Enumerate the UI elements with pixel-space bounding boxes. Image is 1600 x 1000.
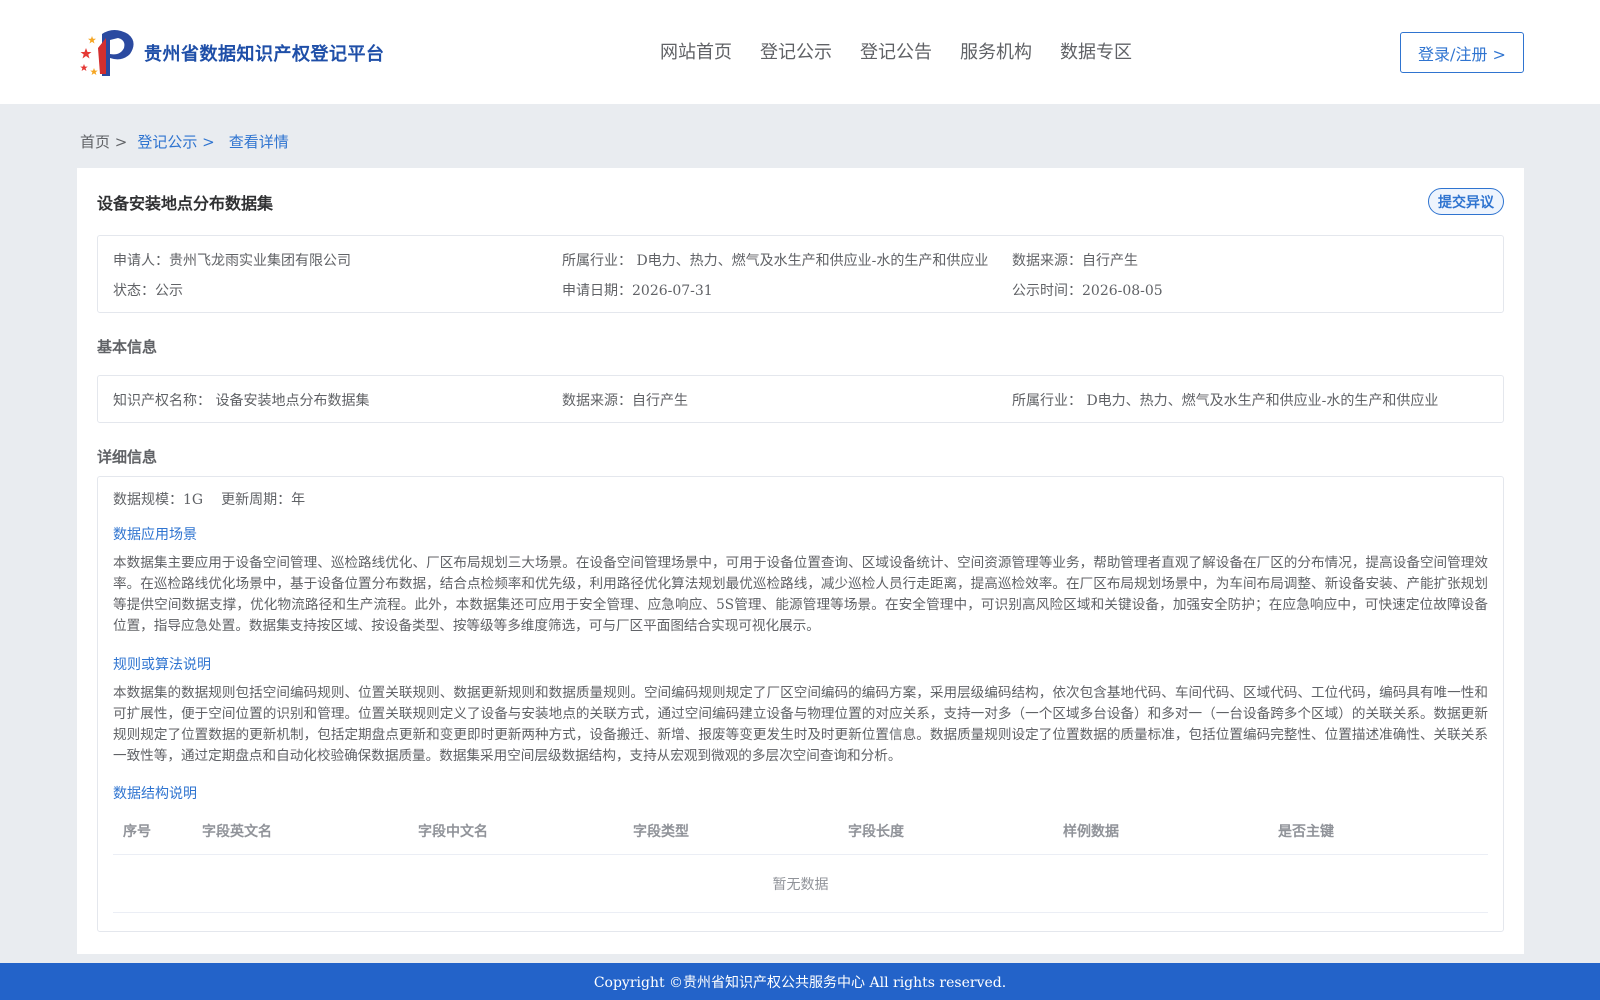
platform-logo-icon bbox=[80, 28, 138, 78]
rules-heading: 规则或算法说明 bbox=[113, 657, 211, 673]
table-header: 序号 字段英文名 字段中文名 字段类型 字段长度 样例数据 是否主键 bbox=[113, 807, 1488, 855]
main-nav: 网站首页 登记公示 登记公告 服务机构 数据专区 bbox=[660, 38, 1160, 64]
data-structure-table: 序号 字段英文名 字段中文名 字段类型 字段长度 样例数据 是否主键 暂无数据 bbox=[113, 807, 1488, 913]
rules-text: 本数据集的数据规则包括空间编码规则、位置关联规则、数据更新规则和数据质量规则。空… bbox=[113, 685, 1488, 764]
detail-info-box: 数据规模：1G 更新周期：年 数据应用场景 本数据集主要应用于设备空间管理、巡检路… bbox=[97, 476, 1504, 932]
nav-data-zone[interactable]: 数据专区 bbox=[1060, 38, 1132, 64]
breadcrumb: 首页 > 登记公示 > 查看详情 bbox=[80, 131, 289, 152]
col-english-name: 字段英文名 bbox=[202, 823, 272, 840]
basic-ip-name: 知识产权名称： 设备安装地点分布数据集 bbox=[113, 393, 370, 409]
breadcrumb-current: 查看详情 bbox=[228, 133, 289, 151]
update-period: 更新周期：年 bbox=[221, 492, 306, 508]
col-sample-data: 样例数据 bbox=[1063, 823, 1119, 840]
basic-source: 数据来源：自行产生 bbox=[562, 393, 688, 409]
nav-home[interactable]: 网站首页 bbox=[660, 38, 732, 64]
col-chinese-name: 字段中文名 bbox=[418, 823, 488, 840]
summary-apply-date: 申请日期：2026-07-31 bbox=[562, 283, 713, 299]
col-field-length: 字段长度 bbox=[848, 823, 904, 840]
scenario-heading: 数据应用场景 bbox=[113, 527, 197, 543]
submit-objection-button[interactable]: 提交异议 bbox=[1428, 188, 1504, 215]
structure-heading: 数据结构说明 bbox=[113, 786, 197, 802]
basic-info-heading: 基本信息 bbox=[97, 338, 158, 356]
nav-registration-publicity[interactable]: 登记公示 bbox=[760, 38, 832, 64]
col-field-type: 字段类型 bbox=[633, 823, 689, 840]
brand-logo[interactable]: 贵州省数据知识产权登记平台 bbox=[80, 28, 385, 78]
breadcrumb-home[interactable]: 首页 > bbox=[80, 131, 127, 152]
table-empty-state: 暂无数据 bbox=[113, 855, 1488, 913]
col-primary-key: 是否主键 bbox=[1278, 823, 1334, 840]
basic-info-box: 知识产权名称： 设备安装地点分布数据集 数据来源：自行产生 所属行业： D电力、… bbox=[97, 375, 1504, 423]
basic-industry: 所属行业： D电力、热力、燃气及水生产和供应业-水的生产和供应业 bbox=[1012, 393, 1439, 409]
page-title: 设备安装地点分布数据集 bbox=[97, 194, 274, 213]
breadcrumb-publicity[interactable]: 登记公示 > bbox=[137, 131, 214, 152]
col-index: 序号 bbox=[123, 823, 151, 840]
scale-row: 数据规模：1G 更新周期：年 bbox=[113, 489, 305, 509]
header: 贵州省数据知识产权登记平台 网站首页 登记公示 登记公告 服务机构 数据专区 登… bbox=[0, 0, 1600, 104]
detail-panel: 设备安装地点分布数据集 提交异议 申请人：贵州飞龙雨实业集团有限公司 所属行业：… bbox=[77, 168, 1524, 954]
summary-source: 数据来源：自行产生 bbox=[1012, 253, 1138, 269]
footer: Copyright ©贵州省知识产权公共服务中心 All rights rese… bbox=[0, 963, 1600, 1000]
scenario-text: 本数据集主要应用于设备空间管理、巡检路线优化、厂区布局规划三大场景。在设备空间管… bbox=[113, 555, 1488, 634]
nav-service-agencies[interactable]: 服务机构 bbox=[960, 38, 1032, 64]
nav-registration-announcement[interactable]: 登记公告 bbox=[860, 38, 932, 64]
summary-box: 申请人：贵州飞龙雨实业集团有限公司 所属行业： D电力、热力、燃气及水生产和供应… bbox=[97, 235, 1504, 313]
data-scale: 数据规模：1G bbox=[113, 492, 204, 508]
summary-industry: 所属行业： D电力、热力、燃气及水生产和供应业-水的生产和供应业 bbox=[562, 253, 989, 269]
summary-publish-date: 公示时间：2026-08-05 bbox=[1012, 283, 1163, 299]
summary-applicant: 申请人：贵州飞龙雨实业集团有限公司 bbox=[113, 253, 351, 269]
login-register-button[interactable]: 登录/注册 > bbox=[1400, 32, 1524, 73]
copyright-text: Copyright ©贵州省知识产权公共服务中心 All rights rese… bbox=[593, 974, 1007, 991]
platform-title: 贵州省数据知识产权登记平台 bbox=[144, 44, 385, 65]
summary-status: 状态：公示 bbox=[113, 283, 183, 299]
detail-info-heading: 详细信息 bbox=[97, 448, 158, 466]
